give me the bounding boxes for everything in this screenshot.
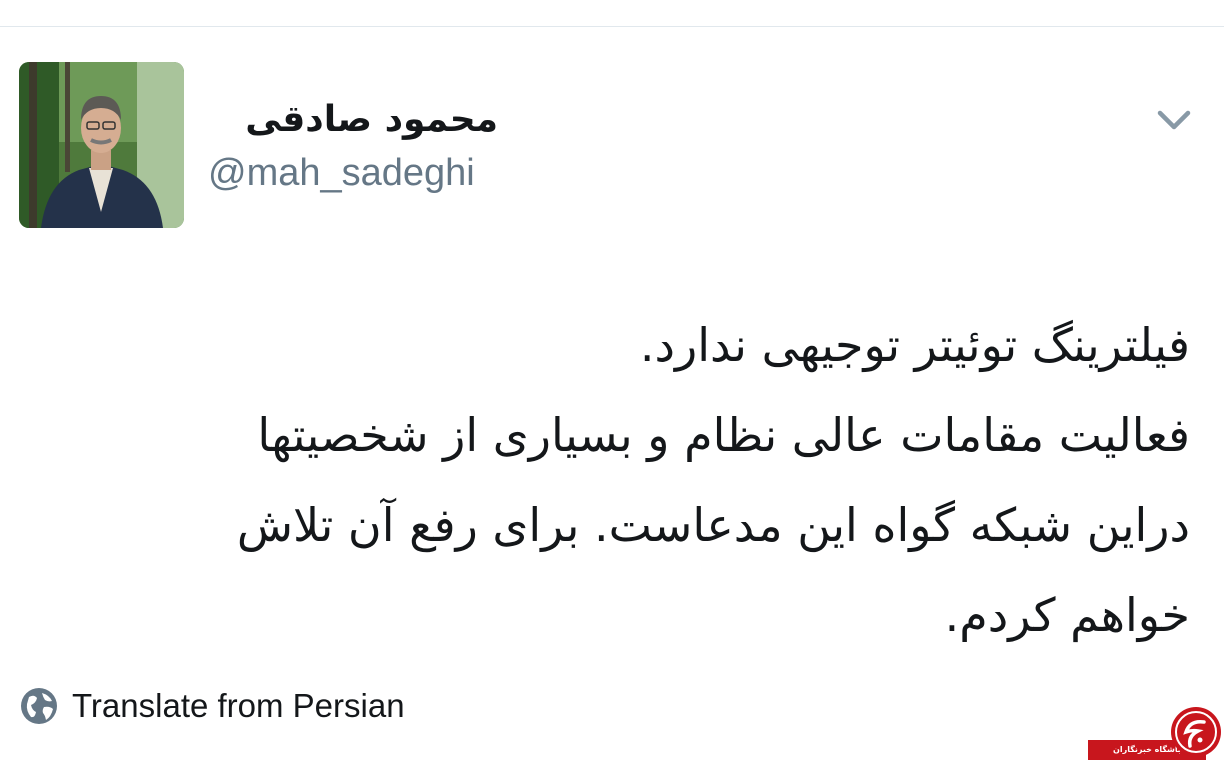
top-divider [0,26,1224,27]
tweet-text-line: فعالیت مقامات عالی نظام و بسیاری از شخصی… [257,408,1190,462]
tweet-text-line: خواهم کردم. [944,588,1190,642]
tweet-text-line: دراین شبکه گواه این مدعاست. برای رفع آن … [236,498,1190,552]
watermark: باشگاه خبرنگاران [1088,704,1224,760]
tweet-text: فیلترینگ توئیتر توجیهی ندارد. فعالیت مقا… [80,300,1190,660]
profile-photo [19,62,184,228]
author-display-name[interactable]: محمود صادقی [245,92,498,148]
chevron-down-icon[interactable] [1150,100,1198,140]
translate-button[interactable]: Translate from Persian [20,684,405,728]
author-avatar[interactable] [19,62,184,228]
translate-label: Translate from Persian [72,687,405,724]
globe-icon [20,687,58,725]
author-handle[interactable]: @mah_sadeghi [208,150,475,196]
tweet-text-line: فیلترینگ توئیتر توجیهی ندارد. [639,318,1190,372]
watermark-logo-icon [1170,706,1222,758]
